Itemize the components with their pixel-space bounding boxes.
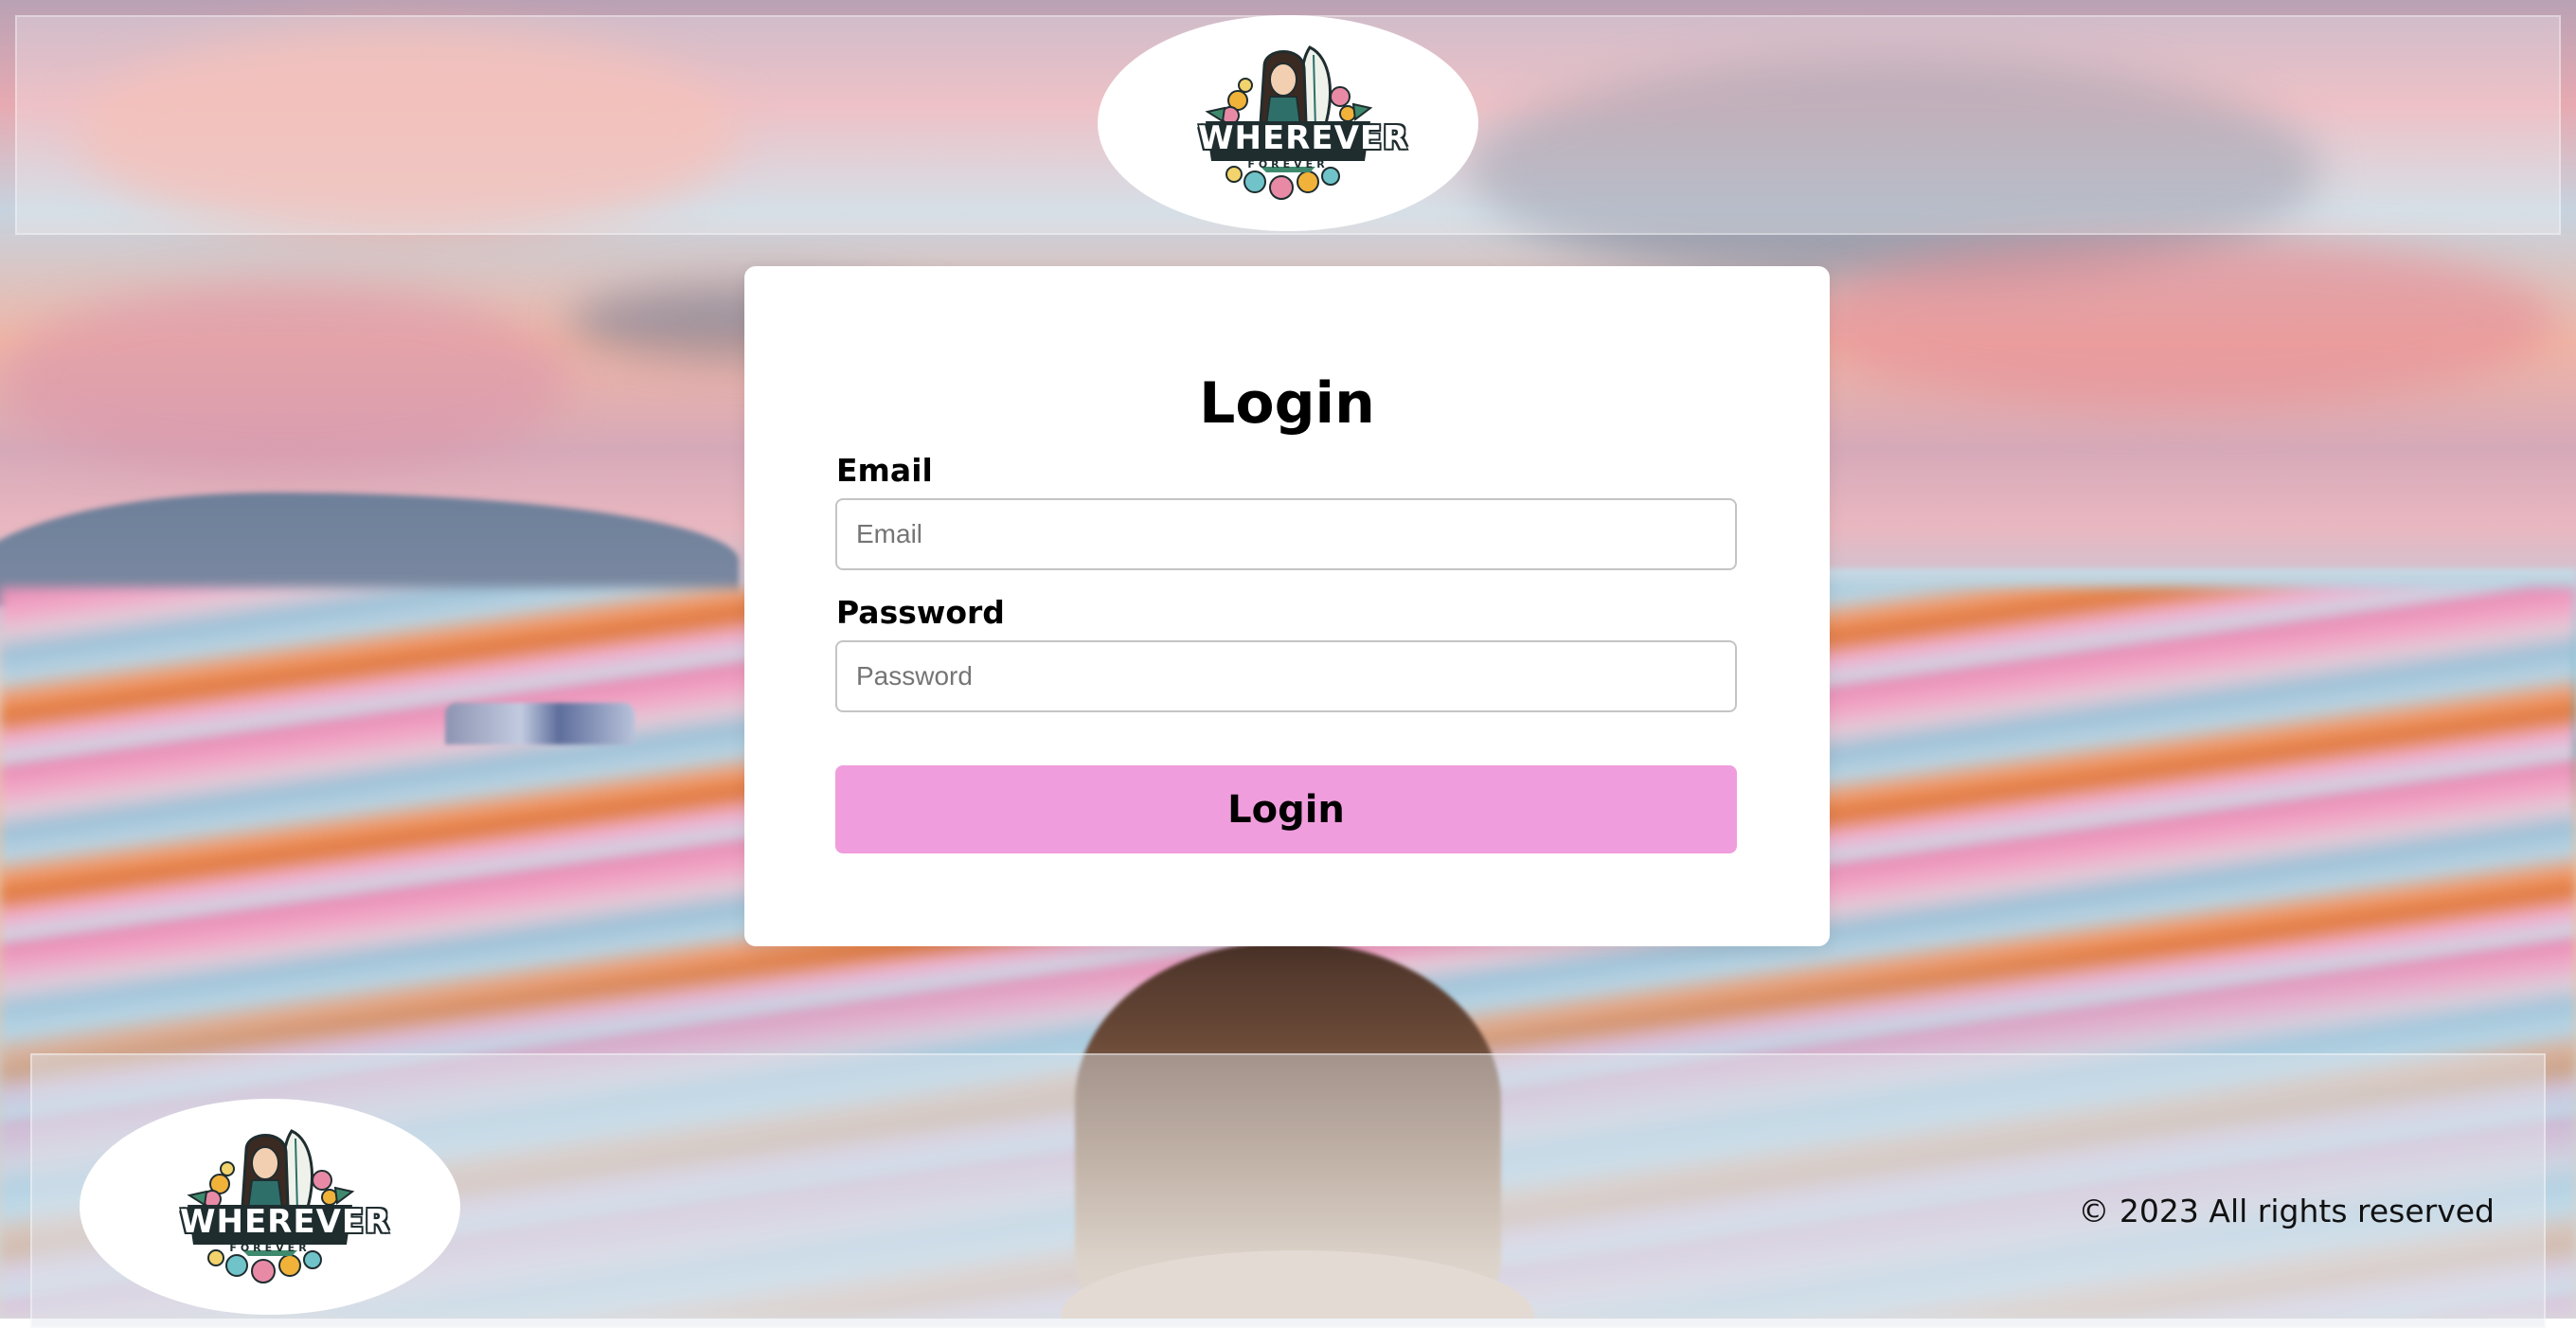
password-label: Password bbox=[836, 594, 1005, 631]
logo-brand-main: WHEREVER bbox=[179, 1202, 391, 1242]
surfer-girl-badge-icon: WHEREVER FOREVER bbox=[179, 1122, 391, 1292]
header-logo[interactable]: WHEREVER FOREVER bbox=[1098, 15, 1478, 231]
logo-brand-sub: FOREVER bbox=[229, 1242, 311, 1254]
logo-brand-sub: FOREVER bbox=[1247, 158, 1329, 170]
login-title: Login bbox=[1199, 370, 1375, 437]
email-label: Email bbox=[836, 452, 933, 489]
site-header: WHEREVER FOREVER bbox=[15, 15, 2561, 235]
surfer-girl-badge-icon: WHEREVER FOREVER bbox=[1197, 38, 1409, 208]
login-button[interactable]: Login bbox=[835, 765, 1737, 853]
footer-logo[interactable]: WHEREVER FOREVER bbox=[80, 1099, 460, 1315]
login-card: Login Email Password Login bbox=[744, 266, 1830, 946]
logo-brand-main: WHEREVER bbox=[1197, 118, 1409, 158]
copyright-text: © 2023 All rights reserved bbox=[2078, 1193, 2495, 1229]
site-footer: WHEREVER FOREVER © 2023 All rights reser… bbox=[30, 1053, 2546, 1328]
password-field[interactable] bbox=[835, 640, 1737, 712]
email-field[interactable] bbox=[835, 498, 1737, 570]
